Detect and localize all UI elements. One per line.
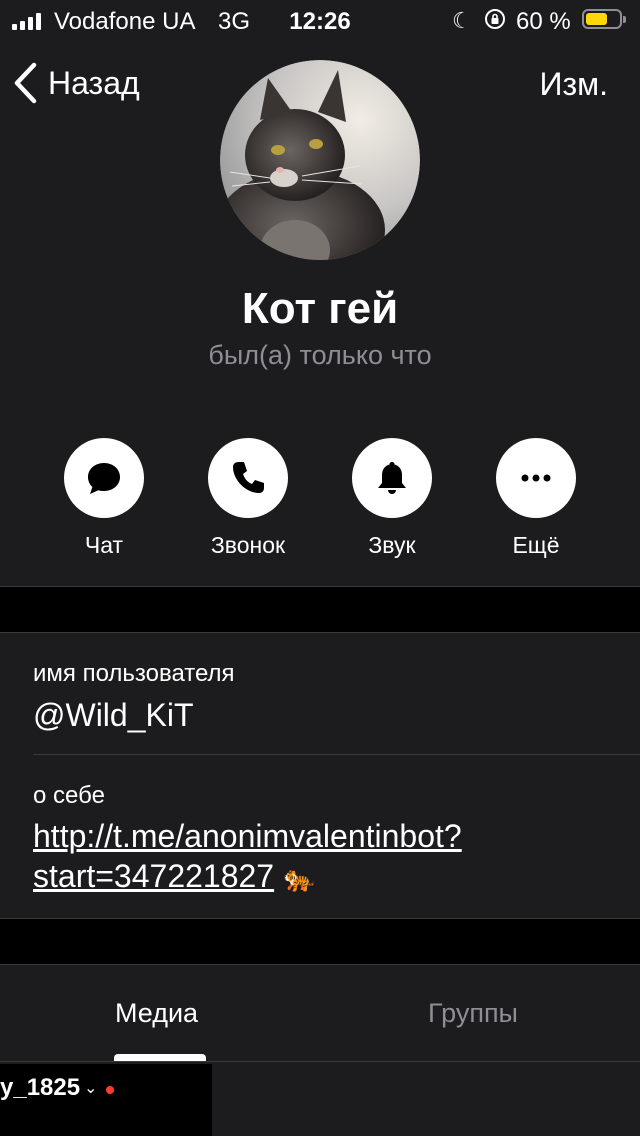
battery-percent: 60 % bbox=[516, 8, 571, 35]
bell-icon bbox=[352, 438, 432, 518]
account-name[interactable]: y_1825 bbox=[0, 1074, 80, 1102]
divider bbox=[0, 1061, 640, 1062]
more-button[interactable]: Ещё bbox=[464, 438, 608, 559]
call-button[interactable]: Звонок bbox=[176, 438, 320, 559]
chevron-down-icon[interactable]: ⌄ bbox=[84, 1078, 97, 1098]
profile-name: Кот гей bbox=[241, 284, 399, 333]
section-separator bbox=[0, 919, 640, 964]
more-label: Ещё bbox=[512, 532, 560, 558]
battery-icon bbox=[582, 9, 626, 29]
ellipsis-icon bbox=[496, 438, 576, 518]
last-seen-status: был(а) только что bbox=[208, 340, 432, 370]
phone-icon bbox=[208, 438, 288, 518]
chat-bubble-icon bbox=[64, 438, 144, 518]
username-value[interactable]: @Wild_KiT bbox=[33, 697, 194, 734]
tab-groups[interactable]: Группы bbox=[428, 998, 518, 1029]
recording-dot-icon bbox=[106, 1086, 114, 1094]
username-label: имя пользователя bbox=[33, 660, 235, 687]
bio-link-line1[interactable]: http://t.me/anonimvalentinbot? bbox=[33, 816, 462, 856]
call-label: Звонок bbox=[210, 532, 286, 558]
divider bbox=[0, 632, 640, 633]
back-label: Назад bbox=[48, 64, 140, 101]
chat-button[interactable]: Чат bbox=[32, 438, 176, 559]
sound-button[interactable]: Звук bbox=[320, 438, 464, 559]
rotation-lock-icon bbox=[485, 9, 505, 29]
do-not-disturb-icon: ☾ bbox=[452, 8, 472, 33]
back-button[interactable]: Назад bbox=[12, 62, 140, 104]
section-separator bbox=[0, 587, 640, 632]
bio-link[interactable]: http://t.me/anonimvalentinbot? start=347… bbox=[33, 816, 462, 896]
chevron-left-icon bbox=[14, 62, 37, 104]
bio-label: о себе bbox=[33, 782, 105, 809]
tiger-emoji: 🐅 bbox=[282, 863, 316, 893]
bio-link-line2[interactable]: start=347221827 bbox=[33, 858, 274, 894]
divider bbox=[33, 754, 640, 755]
avatar[interactable] bbox=[220, 60, 420, 260]
tab-media[interactable]: Медиа bbox=[115, 998, 198, 1029]
action-bar: Чат Звонок Звук Ещё bbox=[0, 438, 640, 568]
sound-label: Звук bbox=[368, 532, 416, 558]
status-bar: Vodafone UA 3G 12:26 ☾ 60 % bbox=[0, 0, 640, 42]
divider bbox=[0, 964, 640, 965]
chat-label: Чат bbox=[84, 532, 124, 558]
edit-button[interactable]: Изм. bbox=[539, 66, 608, 103]
